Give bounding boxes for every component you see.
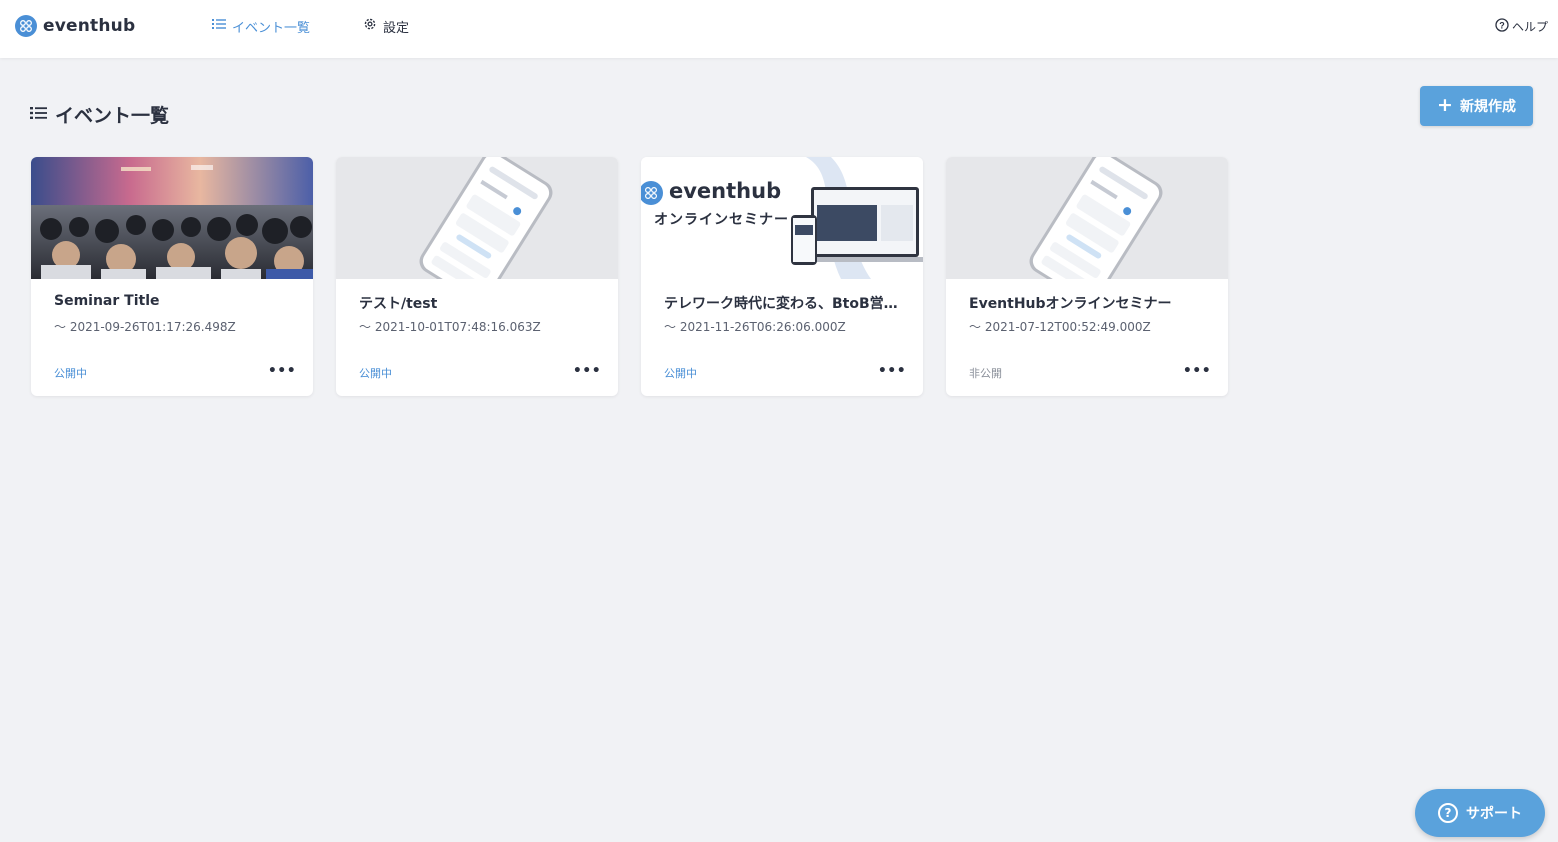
thumbnail-brand-text: eventhub: [669, 179, 782, 203]
svg-text:?: ?: [1499, 20, 1505, 30]
event-title: テレワーク時代に変わる、BtoB営…: [664, 296, 898, 312]
event-date: 〜 2021-09-26T01:17:26.498Z: [54, 320, 236, 334]
nav-item-events[interactable]: イベント一覧: [212, 16, 310, 36]
question-circle-icon: ?: [1438, 803, 1458, 823]
event-card[interactable]: テスト/test 〜 2021-10-01T07:48:16.063Z 公開中 …: [336, 157, 618, 396]
nav-item-settings[interactable]: 設定: [363, 16, 409, 36]
page-title: イベント一覧: [30, 101, 169, 127]
help-label: ヘルプ: [1511, 19, 1548, 34]
list-icon: [30, 105, 47, 124]
status-badge: 非公開: [969, 367, 1002, 380]
plus-icon: +: [1437, 93, 1453, 116]
event-thumbnail-image: [31, 157, 313, 279]
help-link[interactable]: ? ヘルプ: [1495, 16, 1548, 36]
question-circle-icon: ?: [1495, 17, 1509, 35]
status-badge: 公開中: [54, 367, 87, 380]
status-badge: 公開中: [664, 367, 697, 380]
list-icon: [212, 18, 226, 34]
more-options-button[interactable]: •••: [573, 361, 601, 381]
event-title: Seminar Title: [54, 293, 160, 309]
event-thumbnail-image: [336, 157, 618, 279]
create-event-button[interactable]: + 新規作成: [1420, 86, 1533, 126]
event-card[interactable]: eventhub オンラインセミナー テレワーク時代に変わる、BtoB営… 〜 …: [641, 157, 923, 396]
thumbnail-caption-text: オンラインセミナー: [654, 212, 789, 228]
create-button-label: 新規作成: [1459, 99, 1516, 115]
event-title: テスト/test: [359, 296, 438, 312]
event-date: 〜 2021-07-12T00:52:49.000Z: [969, 320, 1151, 334]
page-title-text: イベント一覧: [55, 104, 170, 127]
gear-icon: [363, 17, 377, 35]
nav-settings-label: 設定: [383, 20, 410, 36]
more-options-button[interactable]: •••: [1183, 361, 1211, 381]
brand-logo-link[interactable]: eventhub: [15, 14, 135, 38]
brand-name: eventhub: [43, 16, 136, 36]
event-date: 〜 2021-11-26T06:26:06.000Z: [664, 320, 846, 334]
support-label: サポート: [1466, 806, 1522, 822]
event-card[interactable]: EventHubオンラインセミナー 〜 2021-07-12T00:52:49.…: [946, 157, 1228, 396]
event-card[interactable]: Seminar Title 〜 2021-09-26T01:17:26.498Z…: [31, 157, 313, 396]
support-button[interactable]: ? サポート: [1415, 789, 1545, 837]
event-title: EventHubオンラインセミナー: [969, 296, 1172, 312]
eventhub-logo-icon: [15, 15, 37, 37]
event-thumbnail-image: [946, 157, 1228, 279]
event-thumbnail-image: eventhub オンラインセミナー: [641, 157, 923, 279]
status-badge: 公開中: [359, 367, 392, 380]
top-navigation-bar: eventhub イベント一覧 設定 ? ヘルプ: [0, 0, 1558, 58]
more-options-button[interactable]: •••: [878, 361, 906, 381]
more-options-button[interactable]: •••: [268, 361, 296, 381]
nav-events-label: イベント一覧: [232, 20, 311, 36]
event-date: 〜 2021-10-01T07:48:16.063Z: [359, 320, 541, 334]
